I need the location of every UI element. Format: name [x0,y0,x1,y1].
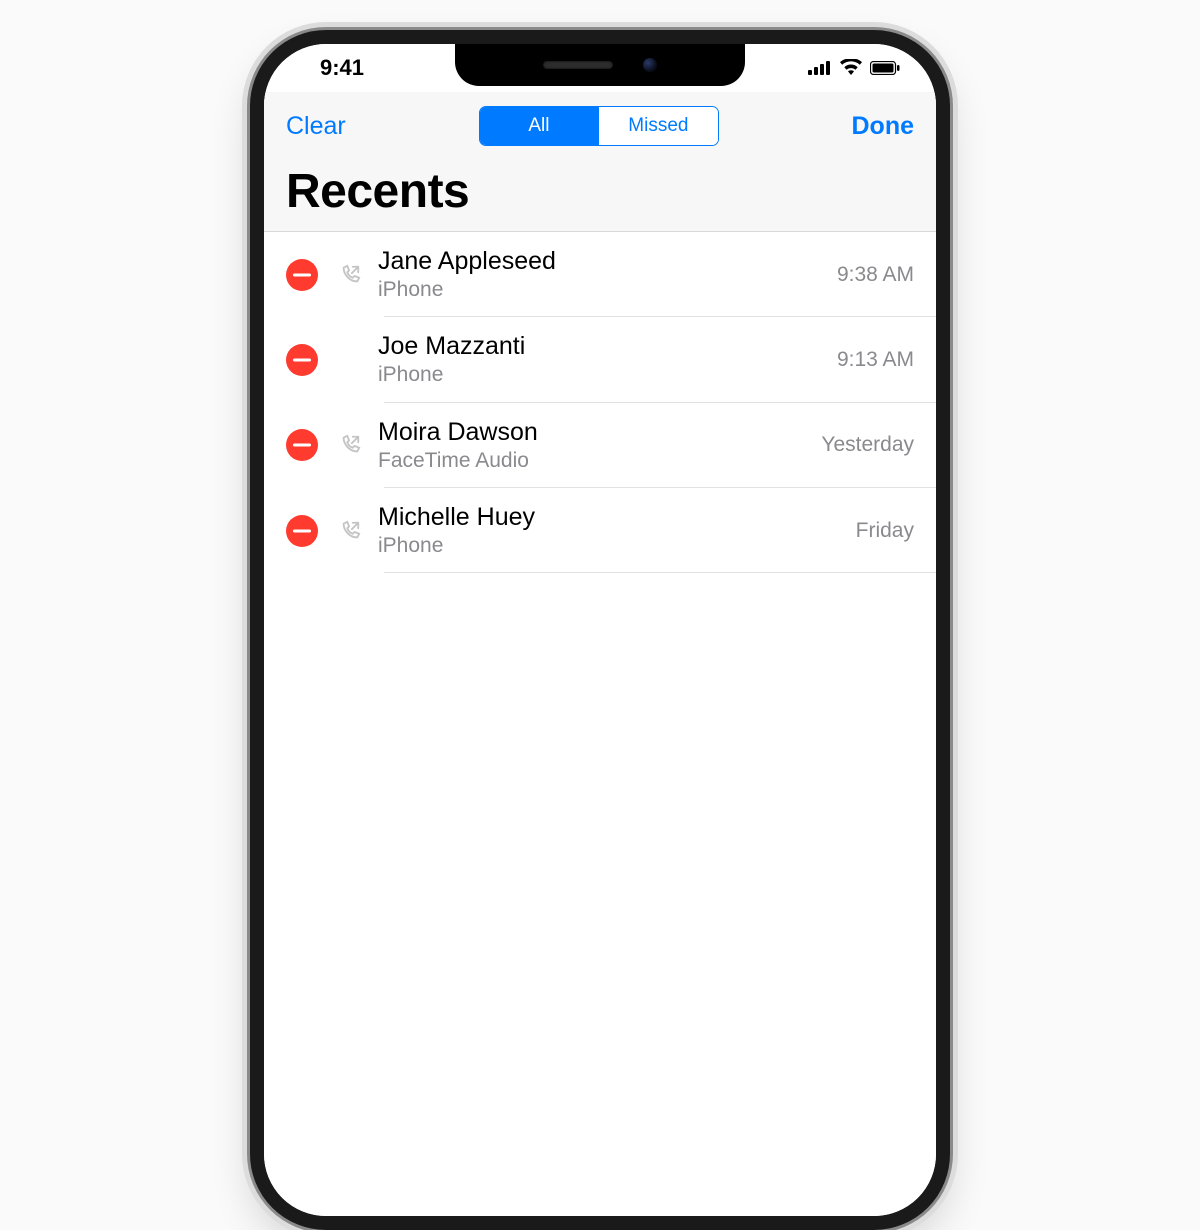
outgoing-call-icon [336,434,364,456]
recents-header: Clear All Missed Done Recents [264,92,936,232]
status-time: 9:41 [300,55,364,81]
call-name: Moira Dawson [378,417,809,447]
call-time: Friday [856,519,914,543]
call-row[interactable]: Joe Mazzanti iPhone 9:13 AM [264,317,936,402]
outgoing-call-icon [336,264,364,286]
notch [455,44,745,86]
call-time: 9:38 AM [837,263,914,287]
segment-missed[interactable]: Missed [598,107,718,145]
clear-button[interactable]: Clear [286,112,346,141]
outgoing-call-icon [336,520,364,542]
page-title: Recents [286,164,914,219]
segment-all[interactable]: All [480,107,599,145]
call-row[interactable]: Michelle Huey iPhone Friday [264,488,936,573]
call-name: Joe Mazzanti [378,331,825,361]
call-row[interactable]: Jane Appleseed iPhone 9:38 AM [264,232,936,317]
done-button[interactable]: Done [852,112,915,141]
cellular-signal-icon [808,55,832,81]
delete-row-button[interactable] [286,259,318,291]
call-time: Yesterday [821,433,914,457]
screen: 9:41 Clear All Missed Don [264,44,936,1216]
call-name: Michelle Huey [378,502,844,532]
call-name: Jane Appleseed [378,246,825,276]
delete-row-button[interactable] [286,429,318,461]
delete-row-button[interactable] [286,344,318,376]
battery-icon [870,55,900,81]
earpiece-speaker [543,61,613,69]
call-row[interactable]: Moira Dawson FaceTime Audio Yesterday [264,403,936,488]
front-camera [643,58,657,72]
call-label: iPhone [378,532,844,559]
call-label: FaceTime Audio [378,447,809,474]
call-time: 9:13 AM [837,348,914,372]
filter-segmented-control[interactable]: All Missed [479,106,719,146]
recents-list[interactable]: Jane Appleseed iPhone 9:38 AM Joe Mazzan… [264,232,936,573]
wifi-icon [840,55,862,81]
call-label: iPhone [378,276,825,303]
call-label: iPhone [378,361,825,388]
phone-frame: 9:41 Clear All Missed Don [250,30,950,1230]
delete-row-button[interactable] [286,515,318,547]
